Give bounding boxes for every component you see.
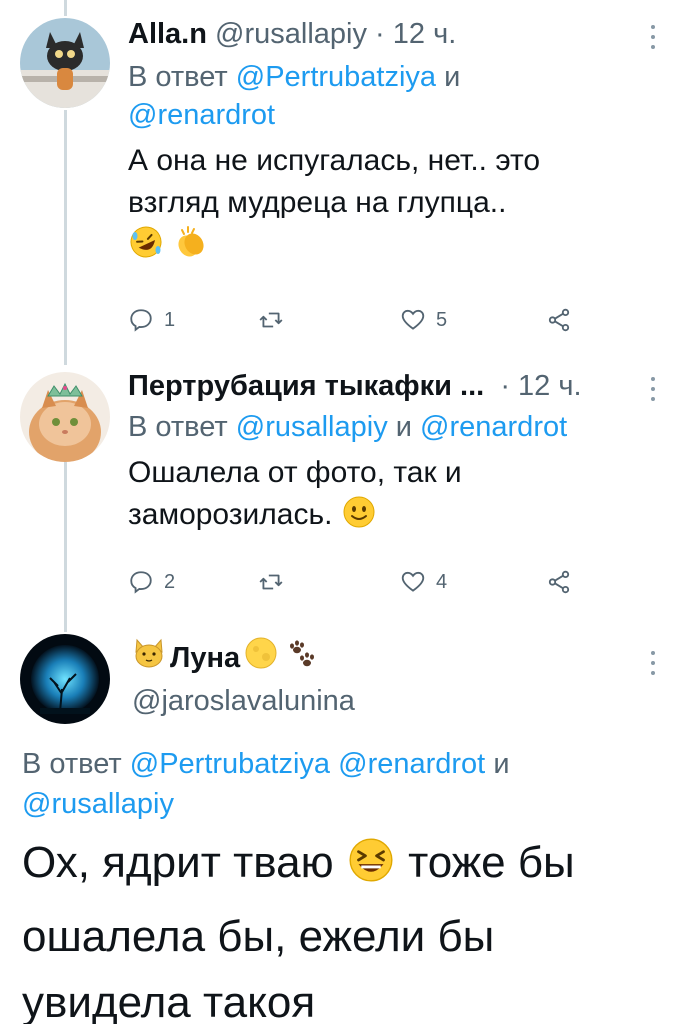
display-name[interactable]: Луна (170, 640, 240, 676)
tweet-actions: 1 5 (128, 304, 598, 336)
share-icon (548, 570, 570, 594)
heart-icon (401, 309, 425, 330)
reply-conjunction: и (493, 748, 510, 780)
cat-face-emoji-icon (132, 636, 166, 679)
more-options-icon[interactable] (650, 650, 656, 676)
reply-prefix: В ответ (128, 61, 228, 93)
mention-link[interactable]: @Pertrubatziya (236, 61, 436, 93)
display-name[interactable]: Alla.n (128, 18, 207, 50)
tweet-header: Alla.n @rusallapiy · 12 ч. (128, 16, 654, 52)
avatar[interactable] (20, 18, 110, 108)
reply-tweet[interactable]: Пертрубация тыкафки ... · 12 ч. В ответ … (0, 350, 678, 620)
grinning-squinting-face-emoji-icon (346, 835, 396, 904)
reply-prefix: В ответ (128, 411, 228, 443)
tweet-thread-page: Alla.n @rusallapiy · 12 ч. В ответ @Pert… (0, 0, 678, 1024)
avatar[interactable] (20, 634, 110, 724)
like-button[interactable]: 5 (400, 304, 447, 336)
tweet-text-body: А она не испугалась, нет.. это взгляд му… (128, 144, 541, 219)
timestamp[interactable]: 12 ч. (518, 370, 581, 402)
reply-button[interactable]: 2 (128, 566, 175, 598)
like-button[interactable]: 4 (400, 566, 447, 598)
user-handle[interactable]: @jaroslavalunina (132, 683, 654, 719)
retweet-icon (259, 312, 283, 328)
like-count: 5 (436, 308, 448, 331)
mention-link[interactable]: @rusallapiy (22, 788, 174, 820)
reply-to-line: В ответ @Pertrubatziya и @renardrot (128, 58, 654, 134)
display-name-row[interactable]: Луна (132, 636, 654, 679)
reply-to-line: В ответ @Pertrubatziya @renardrot и @rus… (22, 744, 638, 824)
tweet-text: Ошалела от фото, так и заморозилась. (128, 452, 528, 542)
share-button[interactable] (546, 304, 572, 336)
reply-conjunction: и (444, 61, 461, 93)
reply-conjunction: и (395, 411, 412, 443)
reply-icon (130, 309, 152, 332)
like-count: 4 (436, 570, 448, 593)
user-handle[interactable]: @rusallapiy (215, 18, 367, 50)
heart-icon (401, 571, 425, 592)
rolling-laughing-emoji-icon (128, 224, 164, 272)
mention-link[interactable]: @renardrot (128, 99, 275, 131)
focused-tweet[interactable]: Луна @jaroslavalunina В ответ @Pertrubat… (0, 620, 678, 1024)
retweet-button[interactable] (258, 304, 294, 336)
more-options-icon[interactable] (650, 24, 656, 50)
display-name[interactable]: Пертрубация тыкафки ... (128, 370, 484, 402)
mention-link[interactable]: @renardrot (338, 748, 485, 780)
share-button[interactable] (546, 566, 572, 598)
full-moon-emoji-icon (244, 636, 278, 679)
mention-link[interactable]: @Pertrubatziya (130, 748, 330, 780)
timestamp[interactable]: 12 ч. (393, 18, 456, 50)
mention-link[interactable]: @rusallapiy (236, 411, 388, 443)
reply-to-line: В ответ @rusallapiy и @renardrot (128, 408, 654, 446)
clapping-hands-emoji-icon (172, 224, 208, 272)
reply-count: 2 (164, 570, 176, 593)
retweet-button[interactable] (258, 566, 294, 598)
reply-prefix: В ответ (22, 748, 122, 780)
tweet-text: Ох, ядрит тваю тоже бы ошалела бы, ежели… (22, 830, 654, 1024)
retweet-icon (259, 574, 283, 590)
tweet-actions: 2 4 (128, 566, 598, 598)
separator-dot: · (375, 18, 385, 50)
tweet-text-body: Ошалела от фото, так и заморозилась. (128, 456, 462, 531)
more-options-icon[interactable] (650, 376, 656, 402)
reply-button[interactable]: 1 (128, 304, 175, 336)
share-icon (548, 308, 570, 332)
reply-tweet[interactable]: Alla.n @rusallapiy · 12 ч. В ответ @Pert… (0, 0, 678, 350)
tweet-text-part: Ох, ядрит тваю (22, 838, 334, 887)
slightly-smiling-face-emoji-icon (341, 494, 377, 542)
paw-prints-emoji-icon (282, 636, 318, 679)
separator-dot: · (492, 370, 510, 402)
tweet-text: А она не испугалась, нет.. это взгляд му… (128, 140, 608, 272)
mention-link[interactable]: @renardrot (420, 411, 567, 443)
reply-count: 1 (164, 308, 176, 331)
reply-icon (130, 571, 152, 594)
avatar[interactable] (20, 372, 110, 462)
tweet-header: Пертрубация тыкафки ... · 12 ч. (128, 368, 654, 404)
